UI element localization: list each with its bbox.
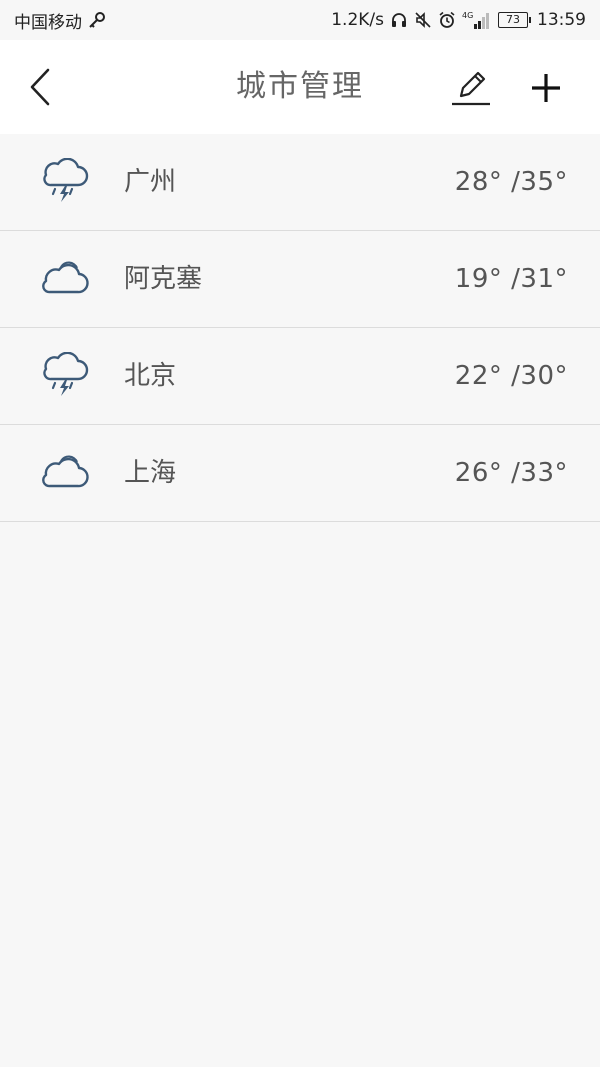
battery-level: 73 (498, 12, 528, 28)
page-title: 城市管理 (236, 69, 364, 104)
net-speed: 1.2K/s (331, 10, 384, 30)
temperature-range: 22° /30° (454, 361, 568, 391)
city-row[interactable]: 北京 22° /30° (0, 328, 600, 425)
svg-text:4G: 4G (462, 11, 473, 20)
add-city-button[interactable] (524, 66, 568, 110)
pencil-icon (452, 71, 490, 106)
thunder-rain-icon (43, 352, 89, 396)
city-row[interactable]: 阿克塞 19° /31° (0, 231, 600, 328)
city-name: 上海 (124, 458, 177, 488)
temperature-range: 19° /31° (454, 264, 568, 294)
city-row[interactable]: 上海 26° /33° (0, 425, 600, 522)
city-name: 北京 (124, 361, 177, 391)
city-name: 广州 (124, 167, 177, 197)
edit-button[interactable] (446, 66, 494, 110)
carrier-name: 中国移动 (14, 12, 82, 33)
clock: 13:59 (537, 10, 586, 30)
city-list: 广州 28° /35° 阿克塞 19° /31° 北京 22° /30° 上海 … (0, 134, 600, 522)
temperature-range: 26° /33° (454, 458, 568, 488)
cloud-icon (42, 261, 89, 294)
plus-icon (532, 74, 560, 102)
mute-icon (414, 11, 432, 29)
alarm-icon (438, 11, 456, 29)
headphones-icon (390, 11, 408, 29)
city-row[interactable]: 广州 28° /35° (0, 134, 600, 231)
city-name: 阿克塞 (124, 264, 203, 294)
cloud-icon (42, 455, 89, 488)
header-bar: 城市管理 (0, 40, 600, 134)
status-bar: 中国移动 1.2K/s 4G 73 13:59 (0, 0, 600, 40)
thunder-rain-icon (43, 158, 89, 202)
temperature-range: 28° /35° (454, 167, 568, 197)
signal-icon: 4G (462, 10, 492, 30)
battery-indicator: 73 (498, 12, 531, 28)
key-icon (88, 11, 106, 29)
